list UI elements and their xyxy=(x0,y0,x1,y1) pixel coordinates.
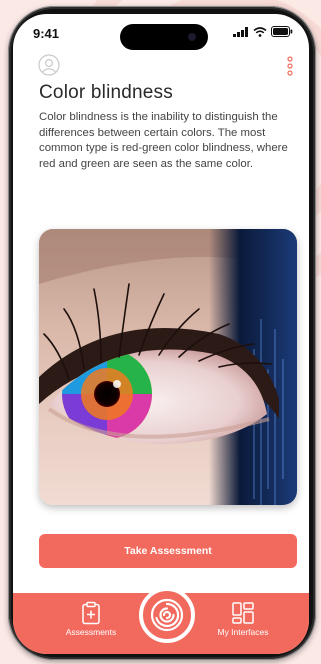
signal-icon xyxy=(233,26,248,37)
dynamic-island xyxy=(120,24,208,50)
kebab-menu-icon[interactable] xyxy=(284,54,296,82)
nav-label-assessments: Assessments xyxy=(65,627,117,637)
status-time: 9:41 xyxy=(33,26,60,41)
status-icons xyxy=(233,26,293,37)
grid-layout-icon xyxy=(232,602,254,624)
app-screen: 9:41 Color blindness Color blindness is … xyxy=(13,14,309,654)
nav-item-my-interfaces[interactable]: My Interfaces xyxy=(198,601,288,645)
center-home-button[interactable] xyxy=(139,587,195,643)
swirl-logo-icon xyxy=(150,598,184,632)
battery-icon xyxy=(271,26,293,37)
hero-eye-image xyxy=(39,229,297,505)
page-description: Color blindness is the inability to dist… xyxy=(39,111,288,170)
page-title: Color blindness xyxy=(39,82,173,103)
nav-item-assessments[interactable]: Assessments xyxy=(46,601,136,645)
clipboard-plus-icon xyxy=(82,601,100,625)
user-circle-icon[interactable] xyxy=(38,54,60,76)
camera-dot xyxy=(188,33,196,41)
nav-label-my-interfaces: My Interfaces xyxy=(217,627,269,637)
wifi-icon xyxy=(253,26,267,37)
take-assessment-button[interactable]: Take Assessment xyxy=(39,534,297,568)
status-bar: 9:41 xyxy=(13,14,309,54)
